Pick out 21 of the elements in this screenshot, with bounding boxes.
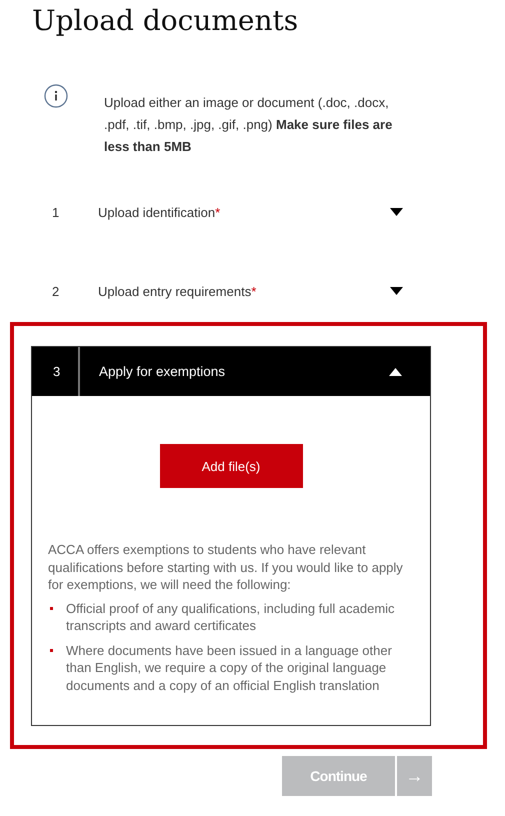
info-icon [44, 84, 68, 108]
page-title: Upload documents [32, 3, 300, 39]
caret-down-icon [390, 208, 403, 216]
section-title: Upload identification* [98, 204, 222, 220]
step-number: 1 [51, 204, 60, 222]
caret-down-icon [390, 287, 403, 295]
section-title: Upload entry requirements* [98, 284, 258, 298]
info-text: Upload either an image or document (.doc, .docx, .pdf, .tif, .bmp, .jpg, .gif, .png) Make sure files are less than 5MB [104, 94, 394, 156]
bullet-icon [50, 648, 53, 652]
accordion-header[interactable]: 1 Upload identification* [31, 187, 431, 237]
step-number: 3 [32, 347, 80, 396]
add-files-button[interactable]: Add file(s) [160, 444, 302, 488]
bullet-text: Where documents have been issued in a language other than English, we require a copy of the original language documents and a copy of an official English translation [66, 642, 393, 694]
accordion-header[interactable]: 3 Apply for exemptions [32, 347, 430, 396]
accordion-header[interactable]: 2 Upload entry requirements* [31, 266, 431, 316]
section-title: Apply for exemptions [99, 364, 226, 379]
bullet-text: Official proof of any qualifications, including full academic transcripts and award certificates [66, 600, 396, 634]
step-number: 2 [51, 282, 60, 300]
description-text: ACCA offers exemptions to students who have relevant qualifications before starting with us. If you would like to apply for exemptions, we will need the following: [48, 541, 404, 594]
bullet-icon [50, 606, 53, 610]
caret-up-icon [389, 368, 402, 376]
